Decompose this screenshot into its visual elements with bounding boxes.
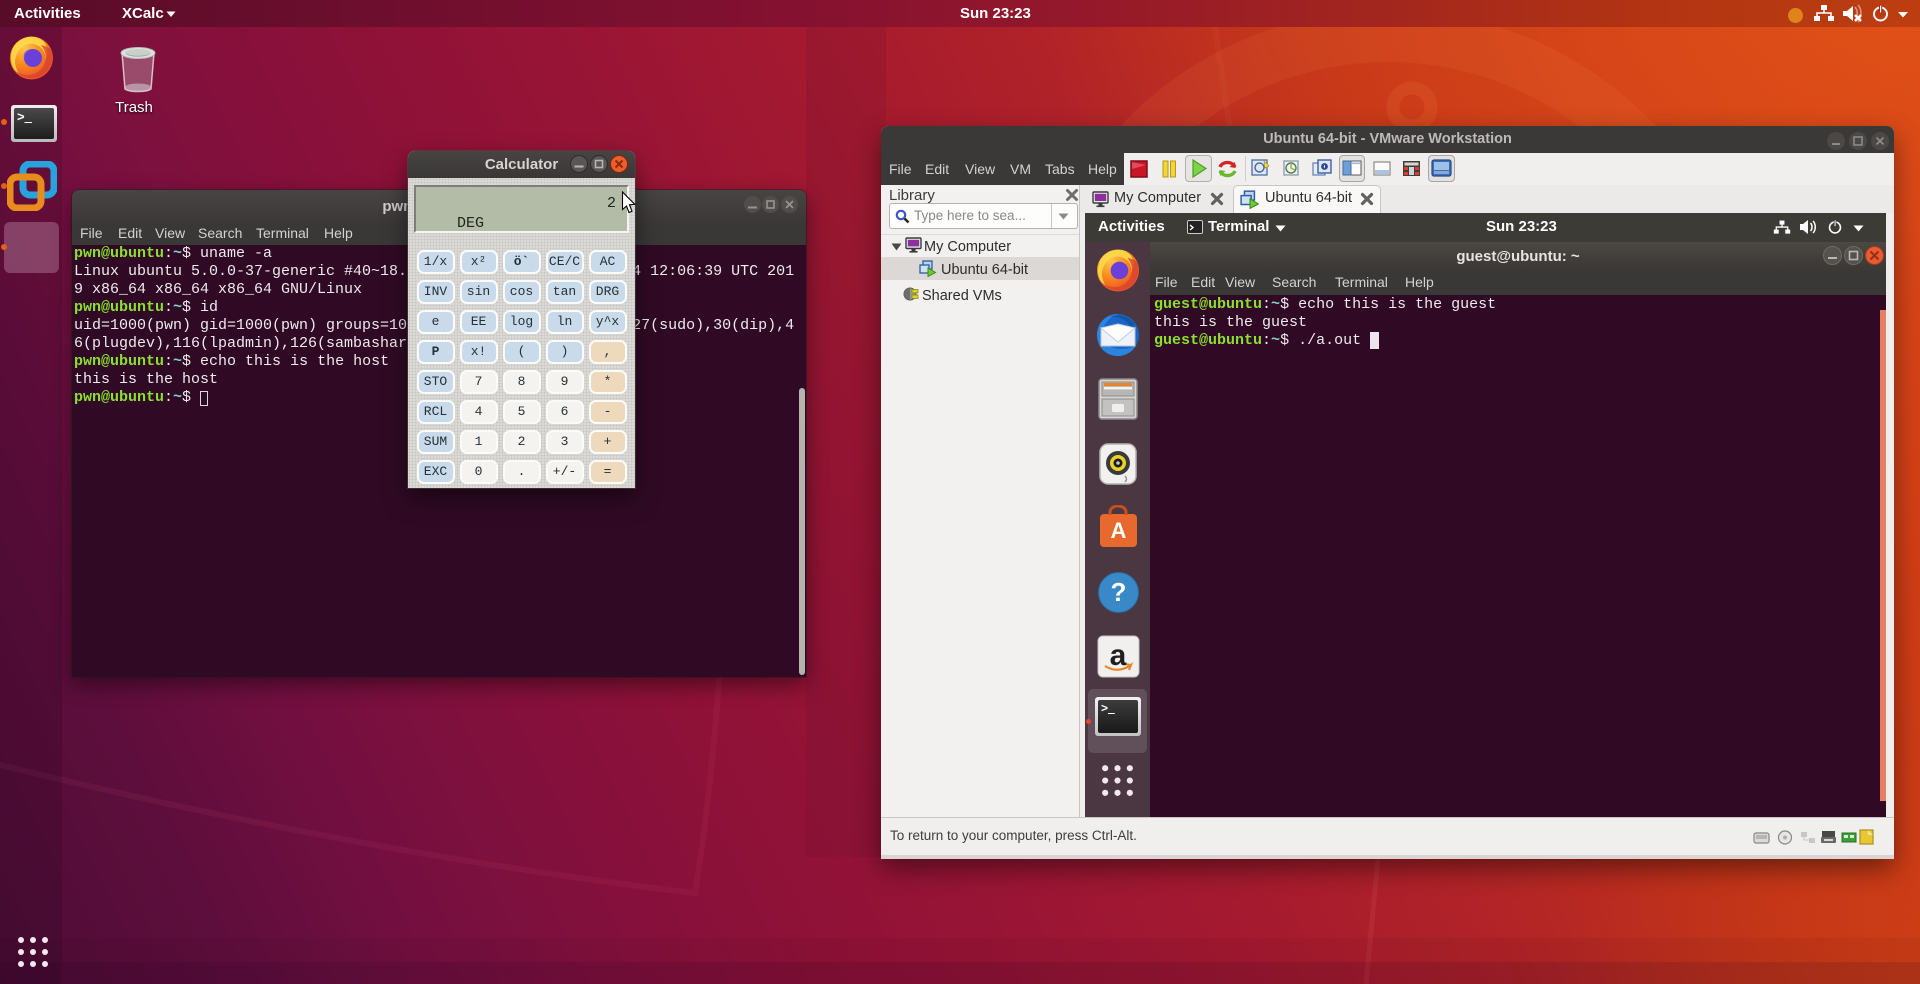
svg-text:?: ?	[1111, 577, 1127, 607]
svg-text:a: a	[1110, 639, 1127, 672]
svg-text:A: A	[1111, 518, 1127, 543]
